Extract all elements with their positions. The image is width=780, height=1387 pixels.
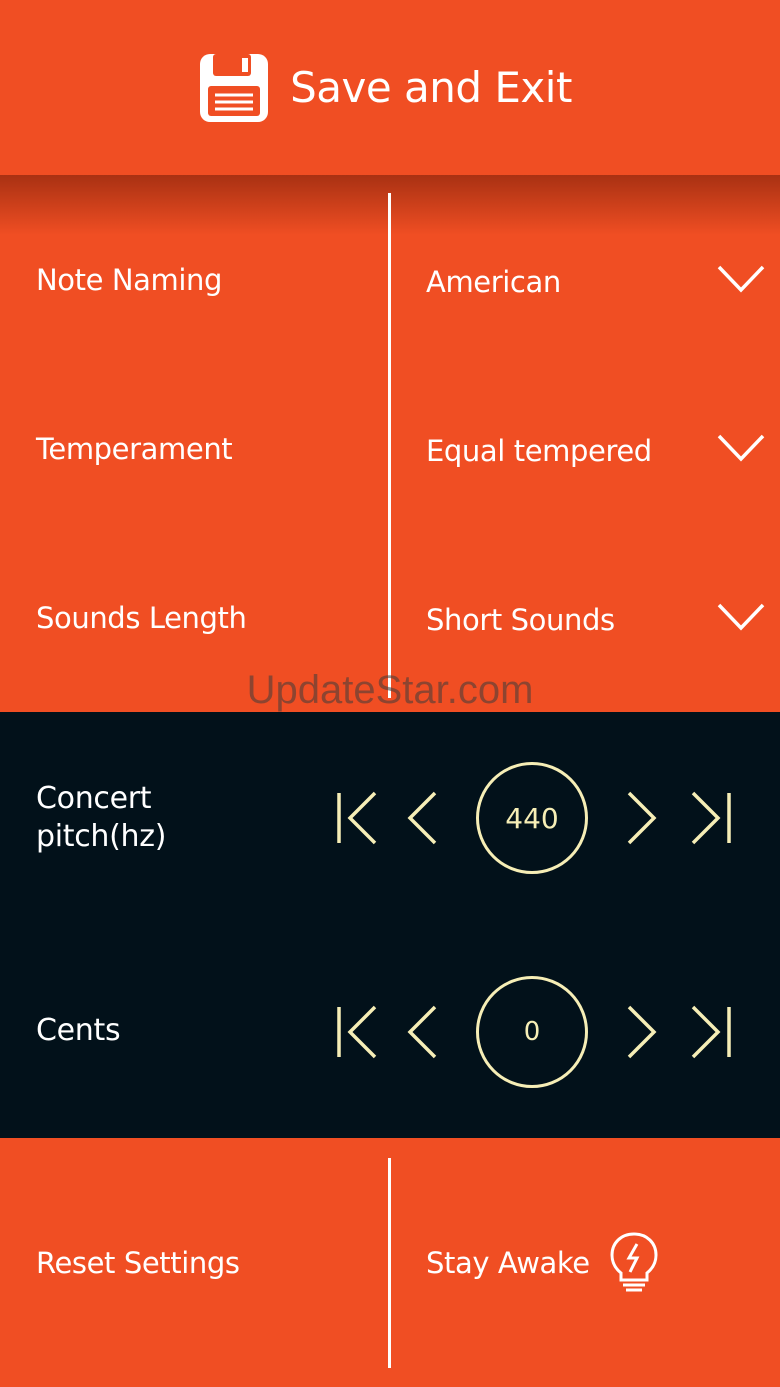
pitch-decrease-button[interactable]	[405, 790, 439, 846]
note-naming-select[interactable]: American	[426, 242, 780, 322]
chevron-down-icon	[717, 603, 765, 631]
vertical-divider	[388, 193, 391, 698]
temperament-select[interactable]: Equal tempered	[426, 411, 780, 491]
pitch-first-button[interactable]	[334, 790, 380, 846]
header: Save and Exit	[0, 0, 780, 175]
cents-label: Cents	[36, 1013, 121, 1048]
note-naming-label: Note Naming	[36, 263, 223, 297]
cents-value: 0	[476, 976, 588, 1088]
reset-settings-button[interactable]: Reset Settings	[36, 1138, 376, 1387]
stay-awake-button[interactable]: Stay Awake	[426, 1138, 766, 1387]
reset-settings-label: Reset Settings	[36, 1245, 240, 1280]
skip-first-icon	[337, 791, 377, 845]
skip-first-icon	[337, 1005, 377, 1059]
pitch-last-button[interactable]	[688, 790, 734, 846]
chevron-down-icon	[717, 434, 765, 462]
skip-last-icon	[691, 1005, 731, 1059]
cents-last-button[interactable]	[688, 1004, 734, 1060]
note-naming-value: American	[426, 265, 561, 299]
skip-last-icon	[691, 791, 731, 845]
concert-pitch-label-line2: pitch(hz)	[36, 819, 167, 854]
stay-awake-label: Stay Awake	[426, 1245, 590, 1280]
cents-decrease-button[interactable]	[405, 1004, 439, 1060]
floppy-disk-icon	[200, 53, 269, 122]
sounds-length-label: Sounds Length	[36, 601, 247, 635]
concert-pitch-label-line1: Concert	[36, 781, 152, 816]
cents-increase-button[interactable]	[625, 1004, 659, 1060]
save-and-exit-button[interactable]: Save and Exit	[198, 52, 572, 124]
concert-pitch-label: Concert pitch(hz)	[36, 780, 166, 856]
sounds-length-select[interactable]: Short Sounds	[426, 580, 780, 660]
lightbulb-bolt-icon	[610, 1231, 658, 1291]
footer: Reset Settings Stay Awake	[0, 1138, 780, 1387]
temperament-value: Equal tempered	[426, 434, 652, 468]
cents-first-button[interactable]	[334, 1004, 380, 1060]
pitch-increase-button[interactable]	[625, 790, 659, 846]
chevron-right-icon	[627, 791, 657, 845]
watermark: UpdateStar.com	[246, 668, 534, 712]
chevron-left-icon	[407, 791, 437, 845]
chevron-down-icon	[717, 265, 765, 293]
pitch-controls-panel: Concert pitch(hz) 440 Cents 0	[0, 712, 780, 1138]
chevron-left-icon	[407, 1005, 437, 1059]
chevron-right-icon	[627, 1005, 657, 1059]
sounds-length-value: Short Sounds	[426, 603, 615, 637]
footer-divider	[388, 1158, 391, 1368]
concert-pitch-value-text: 440	[505, 801, 559, 835]
temperament-label: Temperament	[36, 432, 233, 466]
concert-pitch-value: 440	[476, 762, 588, 874]
settings-panel: Note Naming American Temperament Equal t…	[0, 175, 780, 712]
cents-value-text: 0	[523, 1017, 541, 1047]
header-title: Save and Exit	[290, 63, 572, 112]
